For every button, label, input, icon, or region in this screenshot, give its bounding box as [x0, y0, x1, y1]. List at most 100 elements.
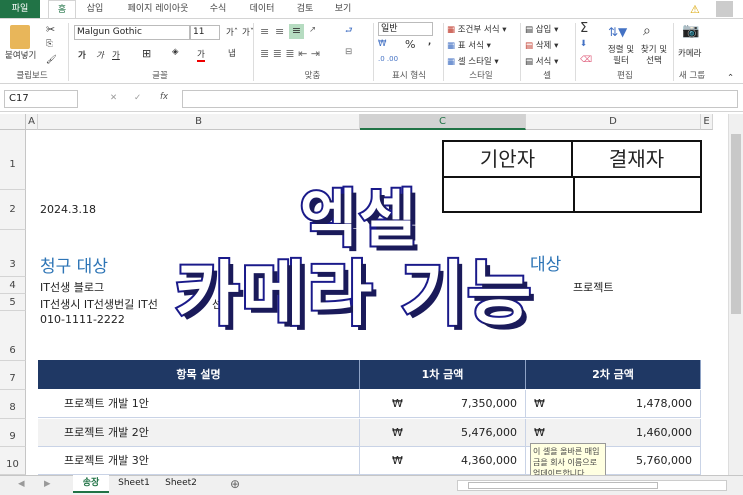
conditional-format-button[interactable]: ▦ 조건부 서식 ▾ — [447, 23, 507, 35]
table-cell-amount1[interactable]: ₩7,350,000 — [360, 390, 526, 418]
table-cell-item[interactable]: 프로젝트 개발 3안 — [38, 447, 360, 475]
prev-sheet-icon[interactable]: ◀ — [18, 479, 25, 489]
cell-style-button[interactable]: ▦ 셀 스타일 ▾ — [447, 55, 499, 67]
align-middle-icon[interactable]: ≡ — [275, 25, 284, 38]
row-header-4[interactable]: 4 — [0, 277, 26, 294]
tab-formulas[interactable]: 수식 — [205, 0, 231, 18]
header-amount1: 1차 금액 — [360, 360, 526, 389]
accounting-icon[interactable]: ₩ — [378, 39, 386, 49]
approval-approver: 결재자 — [573, 142, 700, 178]
table-cell-item[interactable]: 프로젝트 개발 2안 — [38, 418, 360, 447]
bold-icon[interactable]: 가 — [78, 49, 86, 61]
font-name-select[interactable]: Malgun Gothic — [74, 25, 190, 40]
tab-file[interactable]: 파일 — [0, 0, 40, 18]
next-sheet-icon[interactable]: ▶ — [44, 479, 51, 489]
column-header-d[interactable]: D — [526, 114, 701, 130]
font-size-select[interactable]: 11 — [190, 25, 220, 40]
row-header-10[interactable]: 10 — [0, 447, 26, 475]
row-header-5[interactable]: 5 — [0, 294, 26, 311]
column-header-b[interactable]: B — [38, 114, 360, 130]
camera-icon[interactable]: 📷 — [682, 23, 699, 39]
autosum-button[interactable]: Σ — [580, 21, 588, 36]
paste-button[interactable]: 붙여넣기 — [5, 49, 36, 61]
header-amount2: 2차 금액 — [526, 360, 701, 389]
delete-cells-button[interactable]: ▤ 삭제 ▾ — [525, 39, 558, 51]
insert-label: 삽입 — [535, 25, 552, 35]
fx-icon[interactable]: fx — [160, 92, 168, 102]
border-icon[interactable]: ⊞ — [142, 47, 151, 60]
align-left-icon[interactable]: ≣ ≣ ≣ ⇤ ⇥ — [260, 47, 320, 60]
enter-icon[interactable]: ✓ — [134, 93, 141, 103]
column-header-a[interactable]: A — [26, 114, 38, 130]
sort-filter-icon[interactable]: ⇅▼ — [608, 25, 627, 39]
comma-button[interactable]: , — [428, 37, 431, 47]
column-header-e[interactable]: E — [701, 114, 713, 130]
row-header-7[interactable]: 7 — [0, 361, 26, 390]
find-select-button[interactable]: 찾기 및 선택 — [637, 45, 671, 67]
phonetic-icon[interactable]: 냅 — [228, 47, 236, 59]
table-format-button[interactable]: ▦ 표 서식 ▾ — [447, 39, 491, 51]
currency-symbol: ₩ — [392, 425, 403, 439]
fill-icon[interactable]: ⬇ — [580, 39, 587, 49]
format-painter-icon[interactable]: 🖌 — [46, 55, 57, 65]
copy-icon[interactable]: ⎘ — [46, 39, 53, 49]
paste-icon[interactable] — [10, 25, 30, 49]
row-header-1[interactable]: 1 — [0, 130, 26, 190]
cut-icon[interactable]: ✂ — [46, 23, 55, 36]
find-icon[interactable]: ⌕ — [643, 23, 651, 39]
tab-review[interactable]: 검토 — [292, 0, 318, 18]
tab-view[interactable]: 보기 — [330, 0, 356, 18]
table-cell-amount2[interactable]: ₩1,478,000 — [526, 390, 701, 418]
ship-to-project: 프로젝트 — [573, 281, 614, 294]
sheet-tab-invoice[interactable]: 송장 — [73, 475, 109, 493]
tab-page-layout[interactable]: 페이지 레이아웃 — [118, 0, 198, 18]
avatar[interactable] — [716, 1, 733, 17]
horizontal-scrollbar[interactable] — [457, 480, 727, 491]
align-top-icon[interactable]: ≡ — [260, 25, 269, 38]
row-header-2[interactable]: 2 — [0, 190, 26, 230]
camera-button[interactable]: 카메라 — [678, 47, 701, 59]
vertical-scroll-thumb[interactable] — [731, 134, 741, 314]
select-all[interactable] — [0, 114, 26, 130]
tab-data[interactable]: 데이터 — [245, 0, 279, 18]
vertical-scrollbar[interactable] — [728, 114, 743, 475]
orientation-icon[interactable]: ↗ — [309, 25, 316, 35]
sheet-tab-sheet1[interactable]: Sheet1 — [113, 478, 155, 488]
column-header-c[interactable]: C — [360, 114, 526, 130]
formula-input[interactable] — [182, 90, 738, 108]
amount2-value: 5,760,000 — [636, 454, 692, 467]
name-box[interactable]: C17 — [4, 90, 78, 108]
fill-color-icon[interactable]: ◈ — [172, 47, 179, 57]
grow-font-icon[interactable]: 가ˆ — [226, 26, 238, 38]
sort-filter-button[interactable]: 정렬 및 필터 — [604, 45, 638, 67]
align-bottom-icon[interactable]: ≡ — [289, 24, 304, 39]
number-format-select[interactable]: 일반 — [378, 22, 433, 36]
collapse-ribbon-icon[interactable]: ⌃ — [727, 73, 734, 83]
row-header-3[interactable]: 3 — [0, 230, 26, 277]
horizontal-scroll-thumb[interactable] — [468, 482, 658, 489]
wrap-text-icon[interactable]: ⮐ — [345, 25, 353, 39]
merge-icon[interactable]: ⊟ — [345, 47, 352, 57]
tab-home[interactable]: 홈 — [48, 0, 76, 19]
cancel-icon[interactable]: ✕ — [110, 93, 117, 103]
amount2-value: 1,460,000 — [636, 425, 692, 439]
percent-button[interactable]: % — [405, 38, 415, 51]
table-cell-amount1[interactable]: ₩5,476,000 — [360, 418, 526, 447]
insert-cells-button[interactable]: ▤ 삽입 ▾ — [525, 23, 558, 35]
row-header-8[interactable]: 8 — [0, 390, 26, 419]
clear-icon[interactable]: ⌫ — [580, 55, 592, 65]
format-cells-button[interactable]: ▤ 서식 ▾ — [525, 55, 558, 67]
font-color-icon[interactable]: 가 — [197, 48, 205, 62]
tab-insert[interactable]: 삽입 — [82, 0, 108, 18]
row-header-6[interactable]: 6 — [0, 311, 26, 361]
sheet-tab-sheet2[interactable]: Sheet2 — [160, 478, 202, 488]
add-sheet-icon[interactable]: ⊕ — [230, 477, 240, 491]
warning-icon[interactable]: ⚠ — [690, 3, 700, 16]
table-cell-item[interactable]: 프로젝트 개발 1안 — [38, 390, 360, 418]
increase-decimal-icon[interactable]: .0 .00 — [378, 55, 398, 63]
underline-icon[interactable]: 가 — [112, 49, 120, 61]
italic-icon[interactable]: 가 — [96, 49, 104, 61]
table-cell-amount1[interactable]: ₩4,360,000 — [360, 447, 526, 475]
amount1-value: 7,350,000 — [461, 397, 517, 410]
row-header-9[interactable]: 9 — [0, 419, 26, 447]
